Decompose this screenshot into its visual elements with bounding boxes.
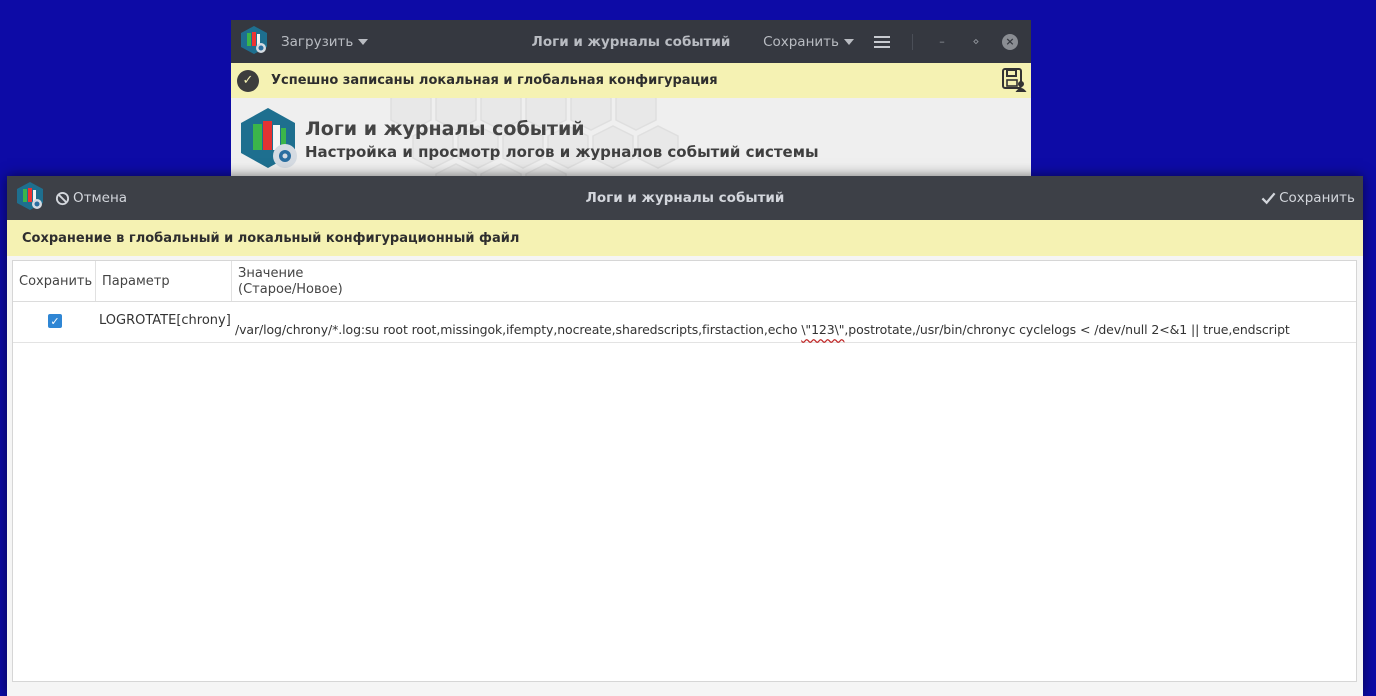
- header-param: Параметр: [95, 261, 231, 301]
- dialog-titlebar: Отмена Логи и журналы событий Сохранить: [7, 176, 1363, 220]
- banner-title: Логи и журналы событий: [305, 118, 585, 140]
- info-message: Сохранение в глобальный и локальный конф…: [7, 220, 1363, 256]
- logs-app-icon: [239, 25, 269, 59]
- cancel-label: Отмена: [73, 190, 128, 206]
- table-row[interactable]: ✓ LOGROTATE[chrony] /var/log/chrony/*.lo…: [13, 302, 1356, 343]
- background-titlebar: Загрузить Логи и журналы событий Сохрани…: [231, 20, 1031, 63]
- titlebar-separator: [912, 33, 913, 50]
- checkmark-icon: [1261, 192, 1276, 205]
- banner-subtitle: Настройка и просмотр логов и журналов со…: [305, 143, 819, 161]
- cancel-button[interactable]: Отмена: [55, 190, 127, 206]
- value-text-end: ,postrotate,/usr/bin/chronyc cyclelogs <…: [844, 322, 1290, 337]
- header-value-line1: Значение: [238, 266, 304, 281]
- success-message: Успешно записаны локальная и глобальная …: [271, 73, 718, 88]
- chevron-down-icon: [358, 38, 369, 45]
- param-cell: LOGROTATE[chrony]: [99, 313, 231, 328]
- header-banner: Логи и журналы событий Настройка и просм…: [231, 98, 1031, 178]
- check-circle-icon: ✓: [237, 69, 259, 92]
- logs-app-logo-icon: [239, 106, 301, 176]
- prohibit-icon: [55, 191, 70, 205]
- flagged-value-text: \"123\": [801, 322, 845, 337]
- close-button[interactable]: ×: [999, 31, 1021, 53]
- changes-table: Сохранить Параметр Значение (Старое/Ново…: [12, 260, 1357, 682]
- restore-icon[interactable]: ⋄: [965, 31, 987, 53]
- load-label: Загрузить: [281, 33, 354, 50]
- close-icon: ×: [1002, 33, 1018, 50]
- save-checkbox[interactable]: ✓: [48, 314, 62, 328]
- value-text-start: /var/log/chrony/*.log:su root root,missi…: [235, 322, 802, 337]
- load-dropdown-button[interactable]: Загрузить: [281, 33, 369, 50]
- header-value-line2: (Старое/Новое): [238, 282, 343, 297]
- chevron-down-icon: [844, 38, 854, 45]
- save-confirmation-dialog: Отмена Логи и журналы событий Сохранить …: [7, 176, 1363, 696]
- save-disk-user-icon[interactable]: [1001, 67, 1027, 97]
- logs-app-icon: [15, 181, 45, 215]
- save-button[interactable]: Сохранить: [1261, 190, 1355, 206]
- hamburger-menu-icon[interactable]: [874, 35, 890, 48]
- save-dropdown-button[interactable]: Сохранить: [763, 34, 854, 50]
- save-label: Сохранить: [1279, 190, 1355, 206]
- minimize-icon[interactable]: –: [931, 31, 953, 53]
- header-value: Значение (Старое/Новое): [231, 261, 343, 301]
- dialog-title: Логи и журналы событий: [585, 190, 785, 206]
- value-cell: /var/log/chrony/*.log:su root root,missi…: [235, 322, 1290, 337]
- save-dropdown-label: Сохранить: [763, 33, 839, 50]
- header-save: Сохранить: [19, 273, 93, 289]
- table-header: Сохранить Параметр Значение (Старое/Ново…: [13, 261, 1356, 302]
- success-notification: ✓ Успешно записаны локальная и глобальна…: [231, 63, 1031, 98]
